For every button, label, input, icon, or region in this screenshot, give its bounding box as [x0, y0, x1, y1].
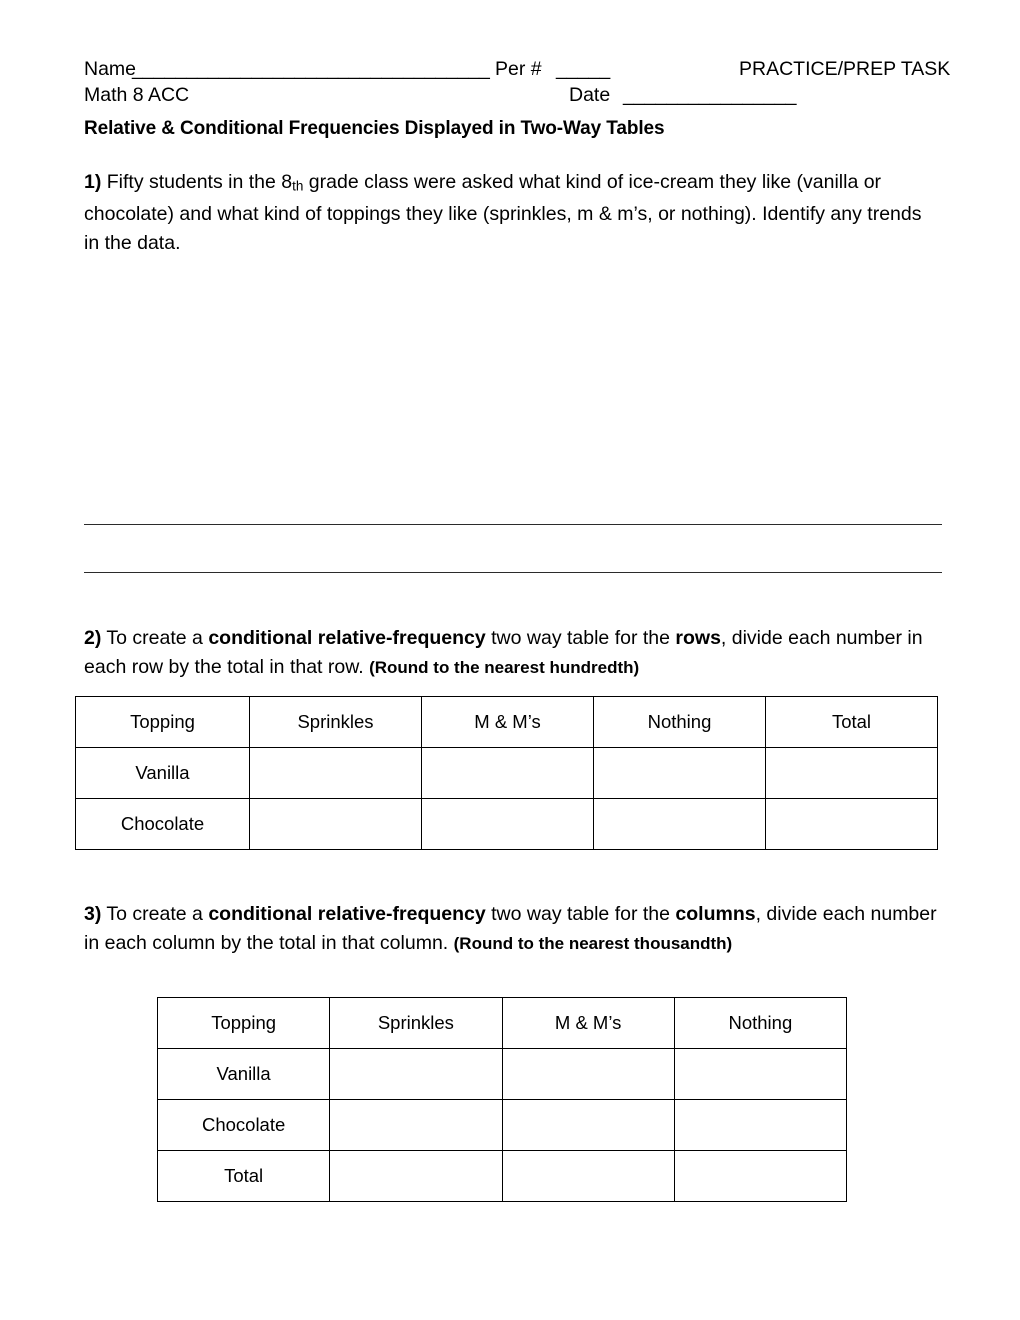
table-rows-row-label-vanilla: Vanilla — [75, 747, 250, 799]
table-rows-header-2: M & M’s — [421, 696, 594, 748]
answer-line-2[interactable] — [84, 572, 942, 573]
table-cols-cell-total-mms[interactable] — [501, 1150, 675, 1202]
question-3-text-a: To create a — [101, 903, 209, 925]
question-2-bold-term-b: rows — [675, 627, 721, 649]
conditional-relative-frequency-columns-table: Topping Sprinkles M & M’s Nothing Vanill… — [156, 997, 848, 1202]
table-rows-cell-chocolate-nothing[interactable] — [593, 798, 766, 850]
table-rows-header-4: Total — [765, 696, 938, 748]
name-label: Name — [84, 58, 137, 80]
question-2-text-a: To create a — [101, 627, 209, 649]
question-2-rounding-note: (Round to the nearest hundredth) — [369, 658, 640, 677]
question-1-paragraph: 1) Fifty students in the 8th grade class… — [84, 168, 932, 258]
question-3-bold-term-b: columns — [675, 903, 756, 925]
table-rows-cell-vanilla-sprinkles[interactable] — [249, 747, 422, 799]
table-rows-row-label-chocolate: Chocolate — [75, 798, 250, 850]
table-row: Vanilla — [156, 1048, 848, 1100]
table-cols-cell-total-nothing[interactable] — [673, 1150, 848, 1202]
table-rows-cell-chocolate-total[interactable] — [765, 798, 938, 850]
worksheet-header: Name _________________________________ P… — [84, 56, 950, 108]
answer-line-1[interactable] — [84, 524, 942, 525]
page-title: Relative & Conditional Frequencies Displ… — [84, 118, 665, 139]
table-cols-header-3: Nothing — [673, 997, 848, 1049]
table-rows-cell-vanilla-mms[interactable] — [421, 747, 594, 799]
table-row: Chocolate — [156, 1099, 848, 1151]
table-cols-cell-vanilla-mms[interactable] — [501, 1048, 675, 1100]
question-3-paragraph: 3) To create a conditional relative-freq… — [84, 900, 942, 958]
table-rows-header-1: Sprinkles — [249, 696, 422, 748]
table-rows-cell-chocolate-sprinkles[interactable] — [249, 798, 422, 850]
question-1-text-a: Fifty students in the 8 — [101, 171, 293, 193]
table-rows-cell-chocolate-mms[interactable] — [421, 798, 594, 850]
table-row: Vanilla — [75, 747, 938, 799]
conditional-relative-frequency-rows-table: Topping Sprinkles M & M’s Nothing Total … — [75, 696, 938, 850]
header-row-1: Name _________________________________ P… — [84, 56, 950, 82]
question-1-number: 1) — [84, 171, 102, 193]
question-2-paragraph: 2) To create a conditional relative-freq… — [84, 624, 942, 682]
table-cols-cell-chocolate-mms[interactable] — [501, 1099, 675, 1151]
question-1-ordinal-suffix: th — [292, 178, 304, 194]
question-3-bold-term-a: conditional relative-frequency — [208, 903, 486, 925]
question-2-number: 2) — [84, 627, 102, 649]
table-cols-row-label-chocolate: Chocolate — [156, 1099, 331, 1151]
table-rows-header-0: Topping — [75, 696, 250, 748]
header-row-2: Math 8 ACC Date ________________ — [84, 82, 944, 108]
table-cols-row-label-total: Total — [156, 1150, 331, 1202]
table-row: Topping Sprinkles M & M’s Nothing Total — [75, 696, 938, 748]
table-rows-header-3: Nothing — [593, 696, 766, 748]
table-cols-header-2: M & M’s — [501, 997, 675, 1049]
table-rows-cell-vanilla-total[interactable] — [765, 747, 938, 799]
table-cols-header-1: Sprinkles — [329, 997, 503, 1049]
table-cols-row-label-vanilla: Vanilla — [156, 1048, 331, 1100]
table-cols-cell-vanilla-sprinkles[interactable] — [329, 1048, 503, 1100]
period-label: Per # — [495, 58, 542, 80]
question-3-rounding-note: (Round to the nearest thousandth) — [453, 934, 733, 953]
table-cols-cell-total-sprinkles[interactable] — [329, 1150, 503, 1202]
worksheet-page: Name _________________________________ P… — [0, 0, 1020, 1320]
task-type-label: PRACTICE/PREP TASK — [739, 58, 951, 80]
date-label: Date — [569, 84, 611, 106]
table-row: Chocolate — [75, 798, 938, 850]
table-cols-cell-chocolate-nothing[interactable] — [673, 1099, 848, 1151]
date-blank-field[interactable]: ________________ — [623, 82, 797, 108]
course-label: Math 8 ACC — [84, 84, 190, 106]
question-2-bold-term-a: conditional relative-frequency — [208, 627, 486, 649]
question-3-number: 3) — [84, 903, 102, 925]
table-row: Total — [156, 1150, 848, 1202]
name-blank-field[interactable]: _________________________________ — [132, 56, 490, 82]
table-cols-cell-chocolate-sprinkles[interactable] — [329, 1099, 503, 1151]
question-2-text-b: two way table for the — [485, 627, 676, 649]
table-cols-cell-vanilla-nothing[interactable] — [673, 1048, 848, 1100]
question-3-text-b: two way table for the — [485, 903, 676, 925]
table-cols-header-0: Topping — [156, 997, 331, 1049]
table-row: Topping Sprinkles M & M’s Nothing — [156, 997, 848, 1049]
period-blank-field[interactable]: _____ — [556, 56, 610, 82]
table-rows-cell-vanilla-nothing[interactable] — [593, 747, 766, 799]
